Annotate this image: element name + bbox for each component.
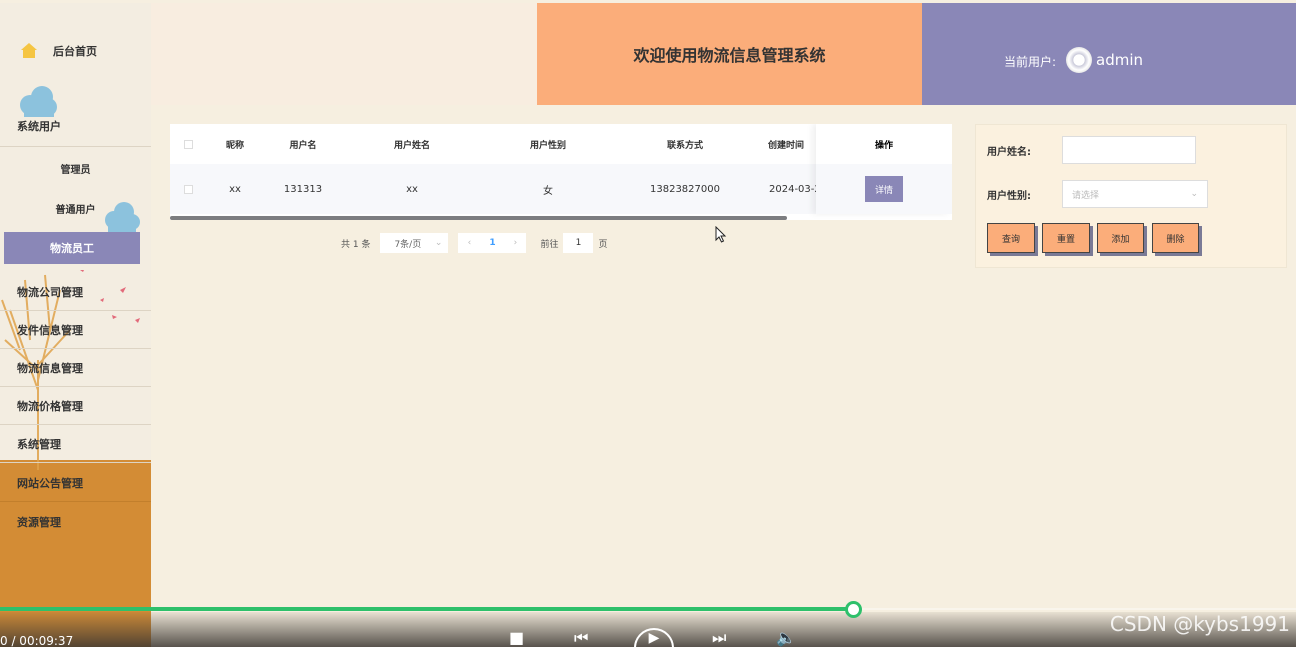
goto-label: 前往 — [540, 239, 559, 250]
chevron-down-icon: ⌄ — [434, 238, 443, 248]
previous-icon[interactable]: ⏮ — [574, 628, 588, 647]
search-panel: 用户姓名: 用户性别: 请选择 ⌄ 查询 重置 添加 删除 — [975, 124, 1287, 268]
delete-button[interactable]: 删除 — [1152, 223, 1199, 253]
top-bar: 后台首页 欢迎使用物流信息管理系统 当前用户: admin — [0, 3, 1296, 105]
cell-nickname: xx — [229, 183, 241, 195]
column-header-realname[interactable]: 用户姓名 — [370, 124, 454, 164]
stop-icon[interactable]: ■ — [509, 628, 524, 647]
video-progress-remaining[interactable] — [854, 608, 1296, 610]
gender-label: 用户性别: — [987, 191, 1031, 202]
sidebar-item-logistics-price[interactable]: 物流价格管理 — [0, 387, 151, 425]
reset-button[interactable]: 重置 — [1042, 223, 1090, 253]
sidebar-item-resource[interactable]: 资源管理 — [0, 503, 151, 541]
chevron-down-icon: ⌄ — [1190, 189, 1198, 199]
sidebar-item-logistics-staff[interactable]: 物流员工 — [4, 232, 140, 264]
cell-username: 131313 — [283, 183, 323, 195]
mouse-cursor-icon — [715, 226, 727, 243]
home-link[interactable]: 后台首页 — [20, 43, 97, 59]
page-size-select[interactable]: 7条/页 ⌄ — [380, 233, 449, 253]
next-page-button[interactable]: › — [504, 233, 527, 253]
page-unit-label: 页 — [598, 239, 608, 250]
detail-button[interactable]: 详情 — [865, 176, 903, 202]
page-number-current[interactable]: 1 — [480, 233, 505, 253]
action-cell: 详情 — [816, 164, 952, 214]
current-user-label: 当前用户: — [1004, 55, 1057, 69]
prev-page-button[interactable]: ‹ — [458, 233, 481, 253]
column-header-action: 操作 — [874, 140, 893, 151]
sidebar-item-logistics-info[interactable]: 物流信息管理 — [0, 349, 151, 387]
sidebar: 系统用户 管理员 普通用户 物流员工 物流公司管理 发件信息管理 物流信息管理 … — [0, 86, 151, 647]
pagination: 共 1 条 7条/页 ⌄ ‹ 1 › 前往 1 页 — [341, 232, 607, 254]
sidebar-item-logistics-company[interactable]: 物流公司管理 — [0, 273, 151, 311]
cell-realname: xx — [406, 183, 418, 195]
pagination-total: 共 1 条 — [341, 239, 371, 250]
sidebar-item-system-management[interactable]: 系统管理 — [0, 425, 151, 463]
avatar[interactable] — [1066, 47, 1092, 73]
gender-select-placeholder: 请选择 — [1072, 190, 1100, 201]
top-spacer — [151, 3, 537, 105]
sidebar-item-system-users[interactable]: 系统用户 — [0, 105, 151, 147]
add-button[interactable]: 添加 — [1097, 223, 1144, 253]
home-icon — [20, 43, 38, 59]
column-header-username[interactable]: 用户名 — [270, 124, 336, 164]
row-select-cell — [182, 164, 194, 214]
column-header-gender[interactable]: 用户性别 — [506, 124, 590, 164]
row-checkbox[interactable] — [183, 184, 193, 194]
next-icon[interactable]: ⏭ — [712, 628, 726, 647]
chevron-left-icon: ‹ — [467, 238, 472, 248]
watermark: CSDN @kybs1991 — [1109, 612, 1290, 636]
gender-select[interactable]: 请选择 ⌄ — [1062, 180, 1208, 208]
cell-gender: 女 — [543, 185, 553, 197]
sidebar-item-admin[interactable]: 管理员 — [0, 149, 151, 187]
table-horizontal-scrollbar[interactable] — [170, 216, 787, 220]
volume-icon[interactable]: 🔈 — [776, 628, 796, 647]
sidebar-item-shipment-info[interactable]: 发件信息管理 — [0, 311, 151, 349]
cell-phone: 13823827000 — [650, 183, 720, 195]
query-button[interactable]: 查询 — [987, 223, 1035, 253]
select-all-cell — [182, 124, 194, 164]
column-header-nickname[interactable]: 昵称 — [210, 124, 260, 164]
sidebar-item-normal-user[interactable]: 普通用户 — [0, 189, 151, 227]
user-panel: 当前用户: admin — [922, 3, 1296, 105]
sidebar-item-site-notice[interactable]: 网站公告管理 — [0, 464, 151, 502]
page-title: 欢迎使用物流信息管理系统 — [537, 3, 922, 105]
column-header-phone[interactable]: 联系方式 — [640, 124, 730, 164]
home-label: 后台首页 — [53, 45, 97, 58]
page-size-value: 7条/页 — [394, 239, 422, 250]
chevron-right-icon: › — [513, 238, 518, 248]
video-progress-played[interactable] — [0, 607, 854, 611]
select-all-checkbox[interactable] — [183, 139, 193, 149]
realname-label: 用户姓名: — [987, 147, 1031, 158]
app-root: 后台首页 欢迎使用物流信息管理系统 当前用户: admin 系统用户 管理员 普… — [0, 0, 1296, 647]
video-time: 0 / 00:09:37 — [0, 634, 74, 647]
action-column: 操作 详情 — [816, 124, 952, 214]
data-table: 昵称 用户名 用户姓名 用户性别 联系方式 创建时间 xx 131313 xx … — [170, 124, 952, 220]
goto-page-input[interactable]: 1 — [563, 233, 594, 253]
realname-search-input[interactable] — [1062, 136, 1196, 164]
video-progress-knob[interactable] — [845, 601, 862, 618]
username[interactable]: admin — [1096, 51, 1143, 69]
